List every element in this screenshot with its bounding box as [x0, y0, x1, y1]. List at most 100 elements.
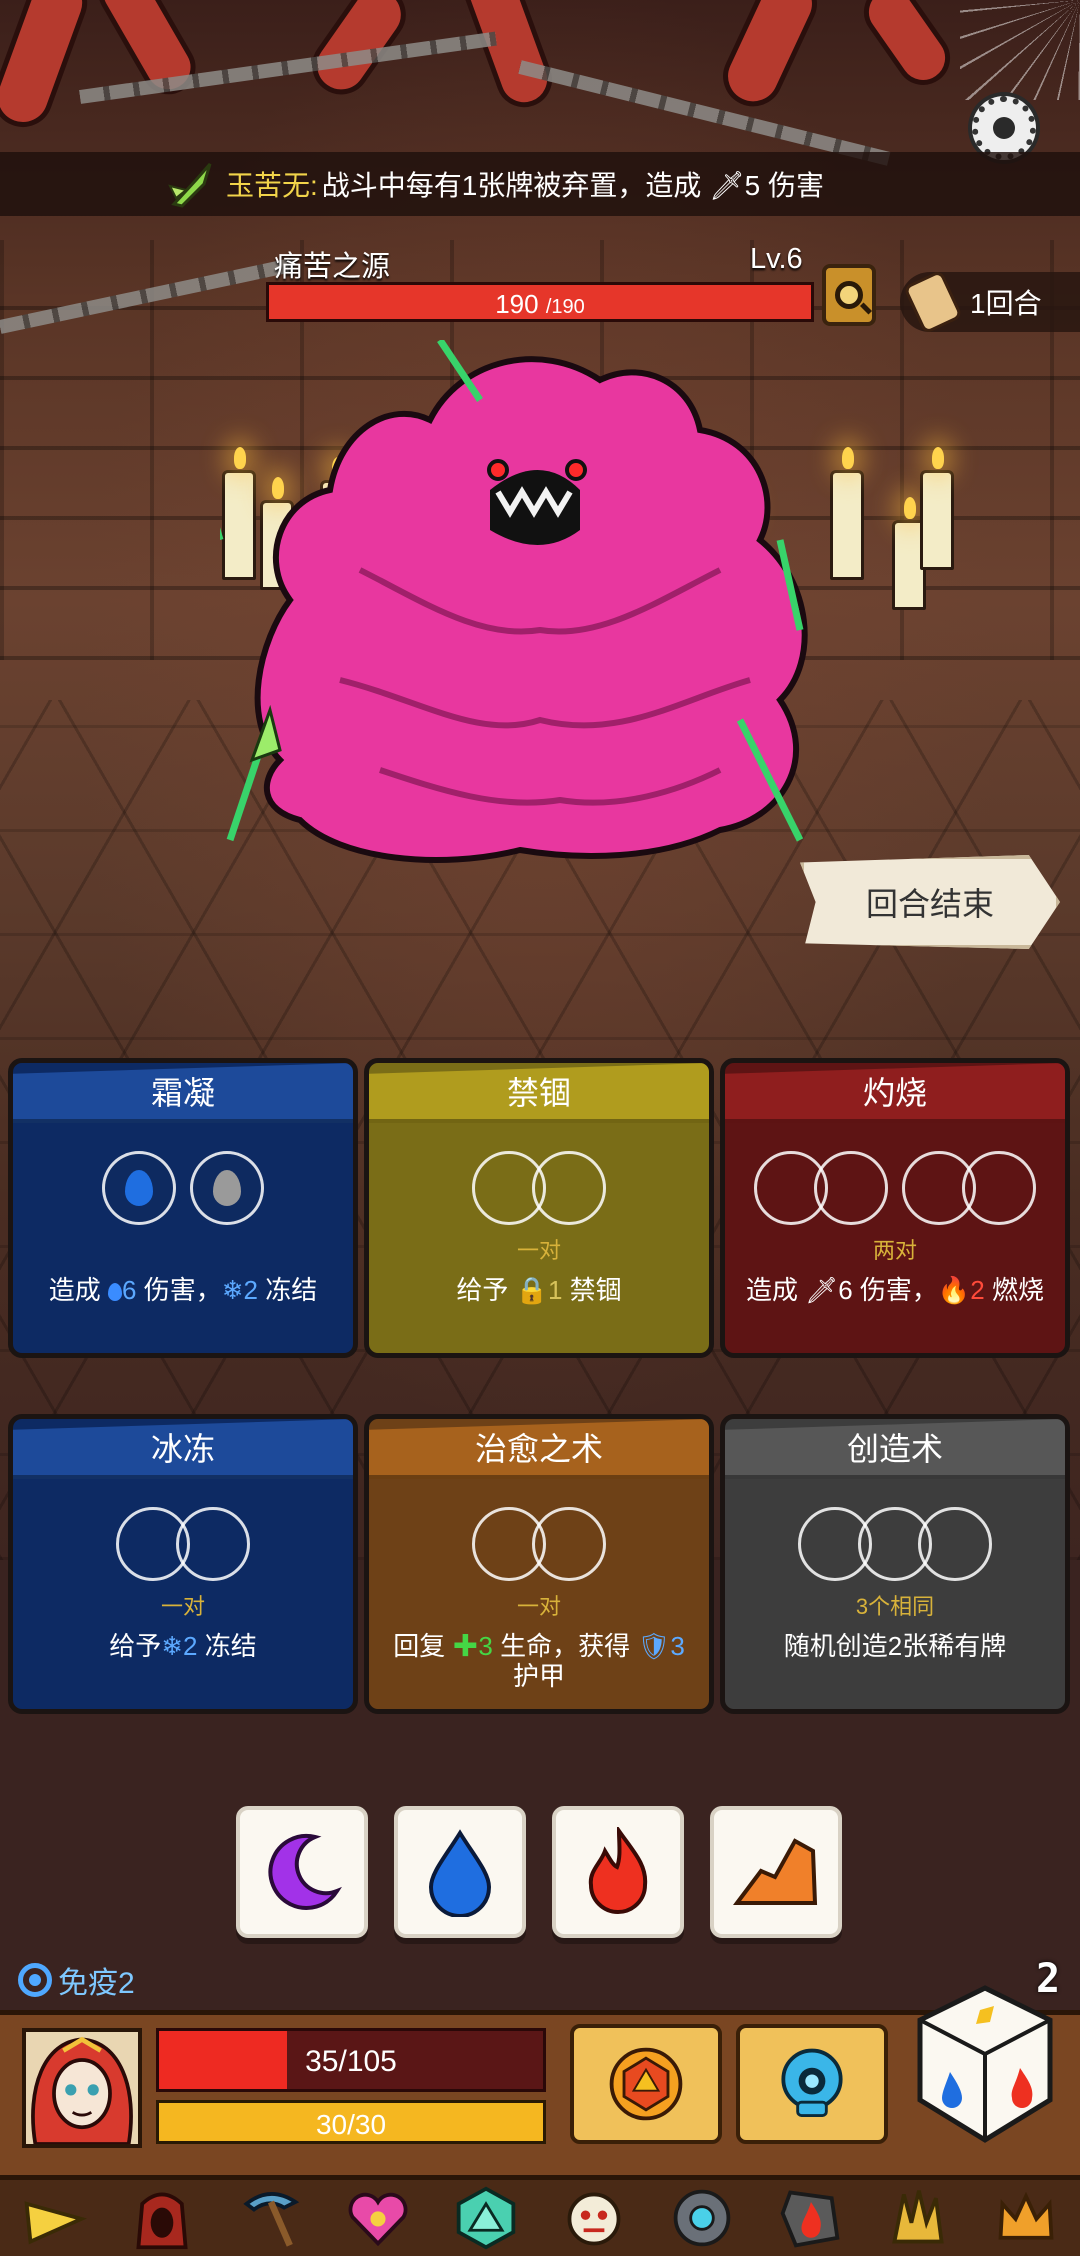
dice-slots	[369, 1505, 709, 1583]
heart-amulet-relic-icon[interactable]	[341, 2183, 415, 2253]
cheese-relic-icon[interactable]	[17, 2183, 91, 2253]
crown-relic-icon[interactable]	[989, 2183, 1063, 2253]
desc-text: 随机创造2张稀有牌	[783, 1631, 1007, 1661]
player-hp-text: 35/105	[305, 2045, 397, 2078]
freeze-value: ❄2	[221, 1275, 258, 1305]
dice-slots	[369, 1149, 709, 1227]
desc-text: 伤害，	[136, 1275, 222, 1305]
dice-rock[interactable]	[710, 1806, 842, 1938]
relic-name: 玉苦无:	[226, 170, 318, 201]
water-drop-icon	[125, 1170, 153, 1206]
turn-label: 1回合	[970, 288, 1042, 319]
dice-slot[interactable]	[532, 1151, 606, 1225]
desc-text: 禁锢	[562, 1275, 622, 1305]
relic-description: 战斗中每有1张牌被弃置，造成 🗡5 伤害	[321, 170, 825, 201]
fire-stone-relic-icon[interactable]	[773, 2183, 847, 2253]
dice-moon[interactable]	[236, 1806, 368, 1938]
dice-slots	[13, 1149, 353, 1227]
eye-stone-relic-icon[interactable]	[665, 2183, 739, 2253]
card-title: 灼烧	[725, 1063, 1065, 1123]
relic-effect-banner: 玉苦无: 战斗中每有1张牌被弃置，造成 🗡5 伤害	[0, 152, 1080, 216]
freeze-value: ❄2	[161, 1631, 198, 1661]
tribal-mask-relic-icon[interactable]	[557, 2183, 631, 2253]
enemy-name: 痛苦之源	[274, 251, 391, 283]
card-requirement	[13, 1233, 353, 1261]
water-drop-icon	[213, 1170, 241, 1206]
enemy-level: Lv.6	[750, 243, 803, 275]
end-turn-button[interactable]: 回合结束	[800, 855, 1060, 949]
enemy-hp-max: /190	[545, 296, 585, 318]
dice-fire[interactable]	[552, 1806, 684, 1938]
desc-text: 冻结	[257, 1275, 318, 1305]
inspect-enemy-button[interactable]	[822, 264, 876, 326]
dice-slot[interactable]	[814, 1151, 888, 1225]
blue-skull-icon	[781, 2048, 843, 2117]
dice-slots	[725, 1149, 1065, 1227]
imprison-value: 🔒1	[515, 1275, 563, 1305]
desc-text: 回复	[393, 1631, 453, 1661]
tentacle-decoration	[0, 0, 96, 136]
spiderweb-decoration	[960, 0, 1080, 100]
player-energy-bar: 30/30	[156, 2100, 546, 2144]
card-description: 回复 ✚3 生命，获得 🛡3 护甲	[369, 1631, 709, 1691]
card-title: 创造术	[725, 1419, 1065, 1479]
claw-relic-icon[interactable]	[881, 2183, 955, 2253]
girl-portrait-icon	[26, 2032, 138, 2144]
dice-slot[interactable]	[962, 1151, 1036, 1225]
pickaxe-relic-icon[interactable]	[233, 2183, 307, 2253]
chain-decoration	[518, 60, 891, 166]
pain-source-monster[interactable]	[220, 340, 860, 880]
water-dice-slot[interactable]	[190, 1151, 264, 1225]
player-energy-text: 30/30	[315, 2109, 387, 2140]
enemy-hp-bar: 190 /190	[266, 282, 814, 322]
ability-d20-button[interactable]	[570, 2024, 722, 2144]
desc-text: 燃烧	[984, 1275, 1044, 1305]
skill-card-imprison[interactable]: 禁锢 一对 给予 🔒1 禁锢	[364, 1058, 714, 1358]
rock-icon	[733, 1838, 818, 1905]
tentacle-decoration	[853, 0, 961, 96]
card-requirement: 一对	[160, 1594, 205, 1619]
dice-slot[interactable]	[918, 1507, 992, 1581]
card-description: 造成 6 伤害，❄2 冻结	[13, 1275, 353, 1305]
hood-relic-icon[interactable]	[125, 2183, 199, 2253]
player-hp-bar: 35/105	[156, 2028, 546, 2092]
water-dice-slot[interactable]	[102, 1151, 176, 1225]
tentacle-decoration	[713, 0, 827, 117]
heal-value: ✚3	[452, 1631, 493, 1661]
card-description: 造成 🗡6 伤害，🔥2 燃烧	[725, 1275, 1065, 1305]
desc-text: 伤害，	[852, 1275, 938, 1305]
card-description: 随机创造2张稀有牌	[725, 1631, 1065, 1661]
desc-text: 给予	[109, 1631, 162, 1661]
candle	[920, 447, 954, 570]
damage-value: 🗡6	[805, 1275, 853, 1305]
relic-bar	[0, 2180, 1080, 2256]
card-title: 冰冻	[13, 1419, 353, 1479]
skill-card-freeze[interactable]: 冰冻 一对 给予❄2 冻结	[8, 1414, 358, 1714]
moon-icon	[268, 1833, 342, 1910]
desc-text: 造成	[48, 1275, 109, 1305]
card-requirement: 3个相同	[855, 1594, 935, 1619]
armor-value: 🛡3	[637, 1631, 685, 1661]
immune-label: 免疫2	[58, 1967, 135, 2000]
settings-gear-icon[interactable]	[972, 96, 1036, 160]
roll-dice-button[interactable]	[910, 1980, 1060, 2150]
dice-slot[interactable]	[532, 1507, 606, 1581]
ability-skull-button[interactable]	[736, 2024, 888, 2144]
card-description: 给予❄2 冻结	[13, 1631, 353, 1661]
enemy-hp-text: 190 /190	[269, 289, 811, 320]
skill-card-burn[interactable]: 灼烧 两对 造成 🗡6 伤害，🔥2 燃烧	[720, 1058, 1070, 1358]
dice-slots	[13, 1505, 353, 1583]
tentacle-decoration	[456, 0, 560, 116]
card-title: 治愈之术	[369, 1419, 709, 1479]
desc-text: 给予	[456, 1275, 516, 1305]
d20-relic-icon[interactable]	[449, 2183, 523, 2253]
dice-slot[interactable]	[176, 1507, 250, 1581]
dice-water[interactable]	[394, 1806, 526, 1938]
burn-value: 🔥2	[937, 1275, 985, 1305]
skill-card-frost[interactable]: 霜凝 造成 6 伤害，❄2 冻结	[8, 1058, 358, 1358]
end-turn-label: 回合结束	[865, 886, 994, 922]
player-avatar[interactable]	[22, 2028, 142, 2148]
skill-card-create[interactable]: 创造术 3个相同 随机创造2张稀有牌	[720, 1414, 1070, 1714]
skill-card-heal[interactable]: 治愈之术 一对 回复 ✚3 生命，获得 🛡3 护甲	[364, 1414, 714, 1714]
jade-kunai-icon	[168, 163, 212, 208]
